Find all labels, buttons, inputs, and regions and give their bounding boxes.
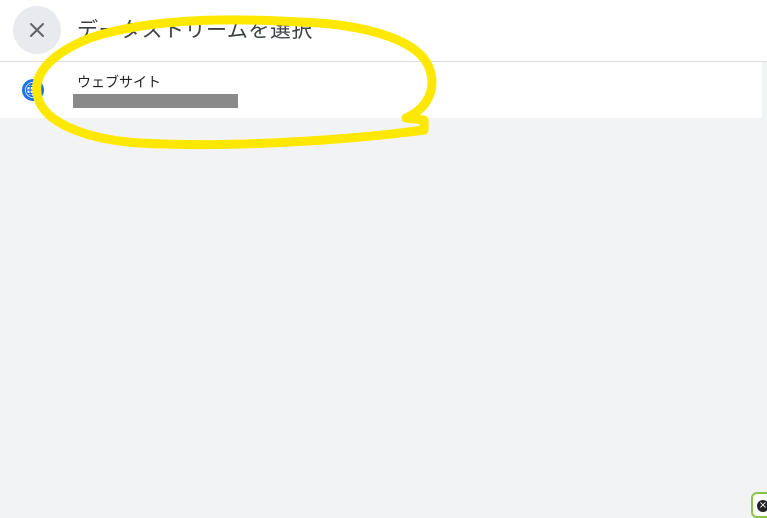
redacted-url — [73, 94, 238, 108]
dialog-header: データストリームを選択 — [0, 0, 767, 62]
page-title: データストリームを選択 — [77, 18, 313, 42]
stream-option-label: ウェブサイト — [77, 75, 161, 91]
close-icon — [30, 23, 44, 37]
badge-x-icon: × — [757, 500, 767, 512]
close-button[interactable] — [13, 6, 61, 54]
globe-icon — [22, 79, 44, 101]
stream-option-website[interactable]: ウェブサイト — [0, 62, 762, 118]
corner-close-badge[interactable]: × — [751, 492, 767, 518]
